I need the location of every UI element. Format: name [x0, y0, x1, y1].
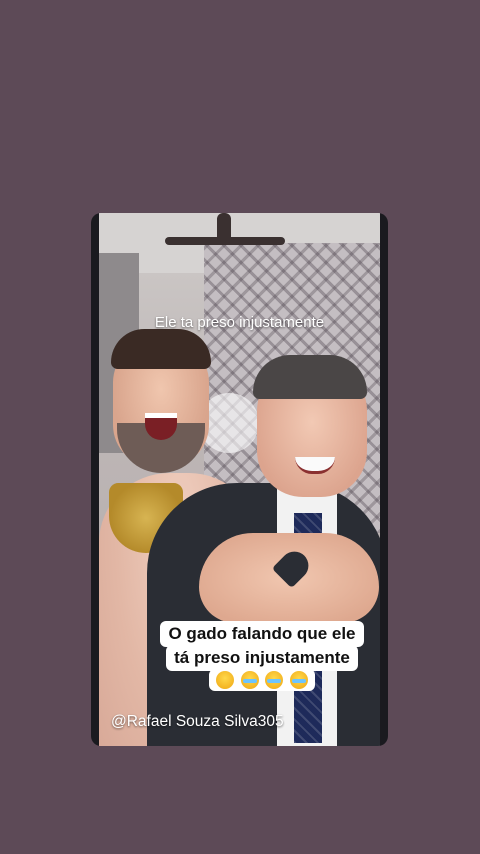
caption-line-1: O gado falando que ele	[160, 621, 364, 647]
video-content: Ele ta preso injustamente O gado falando…	[99, 213, 380, 746]
emoji-line	[209, 669, 315, 691]
left-person-hair	[111, 329, 211, 369]
rolling-eyes-emoji	[216, 670, 235, 689]
story-video-frame[interactable]: Ele ta preso injustamente O gado falando…	[91, 213, 388, 746]
caption-line-2: tá preso injustamente	[166, 645, 358, 671]
top-caption: Ele ta preso injustamente	[154, 314, 325, 331]
creator-watermark: @Rafael Souza Silva305	[111, 713, 284, 730]
right-person-hair	[253, 355, 367, 399]
ceiling-fan-hub	[217, 213, 231, 245]
rofl-emoji	[240, 670, 259, 689]
caption-box: O gado falando que ele tá preso injustam…	[149, 621, 375, 691]
rofl-emoji	[265, 670, 284, 689]
rofl-emoji	[289, 670, 308, 689]
